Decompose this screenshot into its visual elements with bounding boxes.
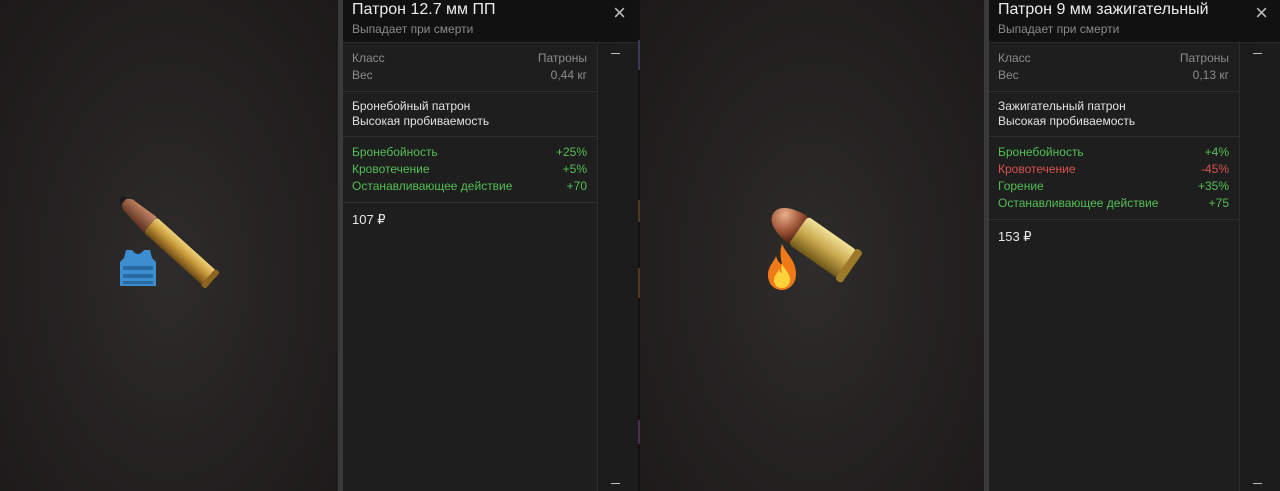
stat-name: Бронебойность xyxy=(998,145,1084,159)
description-line: Высокая пробиваемость xyxy=(998,114,1136,128)
scrollbar[interactable] xyxy=(597,43,627,491)
scroll-down-icon[interactable] xyxy=(1253,483,1262,484)
stat-name: Бронебойность xyxy=(352,145,438,159)
stat-row: Бронебойность +4% xyxy=(998,144,1229,161)
armor-vest-icon xyxy=(120,250,156,286)
scroll-up-icon[interactable] xyxy=(1253,53,1262,54)
stat-row: Останавливающее действие +70 xyxy=(352,178,587,195)
item-description: Бронебойный патрон Высокая пробиваемость xyxy=(343,92,597,137)
stat-value: +35% xyxy=(1197,179,1229,193)
scroll-down-icon[interactable] xyxy=(611,483,620,484)
item-title: Патрон 9 мм зажигательный xyxy=(998,1,1209,18)
stat-value: +4% xyxy=(1204,145,1229,159)
close-icon[interactable]: × xyxy=(613,2,626,24)
weight-value: 0,44 кг xyxy=(550,68,587,82)
scroll-up-icon[interactable] xyxy=(611,53,620,54)
item-drop-note: Выпадает при смерти xyxy=(998,22,1120,36)
scrollbar-track[interactable] xyxy=(1239,43,1254,491)
stat-row: Останавливающее действие +75 xyxy=(998,195,1229,212)
description-line: Высокая пробиваемость xyxy=(352,114,490,128)
stat-name: Останавливающее действие xyxy=(352,179,513,193)
stat-value: +25% xyxy=(555,145,587,159)
item-stats: Бронебойность +4% Кровотечение -45% Горе… xyxy=(989,137,1239,220)
item-preview-right xyxy=(640,0,984,491)
scrollbar-track[interactable] xyxy=(597,43,612,491)
property-row-class: Класс Патроны xyxy=(352,50,587,67)
stat-value: +5% xyxy=(562,162,587,176)
stat-name: Останавливающее действие xyxy=(998,196,1159,210)
tooltip-body: Класс Патроны Вес 0,44 кг Бронебойный па… xyxy=(343,43,598,491)
description-line: Зажигательный патрон xyxy=(998,99,1126,113)
item-properties: Класс Патроны Вес 0,13 кг xyxy=(989,43,1239,92)
stat-name: Кровотечение xyxy=(998,162,1076,176)
item-price: 153 ₽ xyxy=(998,229,1032,244)
description-line: Бронебойный патрон xyxy=(352,99,471,113)
weight-label: Вес xyxy=(998,68,1019,82)
item-tooltip-right: Патрон 9 мм зажигательный Выпадает при с… xyxy=(984,0,1280,491)
stat-row: Кровотечение -45% xyxy=(998,161,1229,178)
class-label: Класс xyxy=(998,51,1031,65)
tooltip-body: Класс Патроны Вес 0,13 кг Зажигательный … xyxy=(989,43,1240,491)
class-value: Патроны xyxy=(537,51,587,65)
class-value: Патроны xyxy=(1179,51,1229,65)
inventory-screen: Патрон 12.7 мм ПП Выпадает при смерти × … xyxy=(0,0,1280,491)
class-label: Класс xyxy=(352,51,385,65)
property-row-weight: Вес 0,13 кг xyxy=(998,67,1229,84)
fire-icon xyxy=(768,244,796,290)
tooltip-header: Патрон 9 мм зажигательный Выпадает при с… xyxy=(989,0,1280,43)
stat-row: Кровотечение +5% xyxy=(352,161,587,178)
stat-row: Бронебойность +25% xyxy=(352,144,587,161)
item-preview-left xyxy=(0,0,338,491)
stat-value: +70 xyxy=(566,179,587,193)
item-title: Патрон 12.7 мм ПП xyxy=(352,1,496,18)
scrollbar[interactable] xyxy=(1239,43,1269,491)
close-icon[interactable]: × xyxy=(1255,2,1268,24)
weight-label: Вес xyxy=(352,68,373,82)
property-row-weight: Вес 0,44 кг xyxy=(352,67,587,84)
stat-row: Горение +35% xyxy=(998,178,1229,195)
item-tooltip-left: Патрон 12.7 мм ПП Выпадает при смерти × … xyxy=(338,0,638,491)
stat-value: -45% xyxy=(1200,162,1229,176)
property-row-class: Класс Патроны xyxy=(998,50,1229,67)
stat-name: Горение xyxy=(998,179,1044,193)
item-properties: Класс Патроны Вес 0,44 кг xyxy=(343,43,597,92)
tooltip-header: Патрон 12.7 мм ПП Выпадает при смерти × xyxy=(343,0,638,43)
item-stats: Бронебойность +25% Кровотечение +5% Оста… xyxy=(343,137,597,203)
item-price: 107 ₽ xyxy=(352,212,386,227)
weight-value: 0,13 кг xyxy=(1192,68,1229,82)
stat-name: Кровотечение xyxy=(352,162,430,176)
item-drop-note: Выпадает при смерти xyxy=(352,22,474,36)
item-description: Зажигательный патрон Высокая пробиваемос… xyxy=(989,92,1239,137)
stat-value: +75 xyxy=(1208,196,1229,210)
